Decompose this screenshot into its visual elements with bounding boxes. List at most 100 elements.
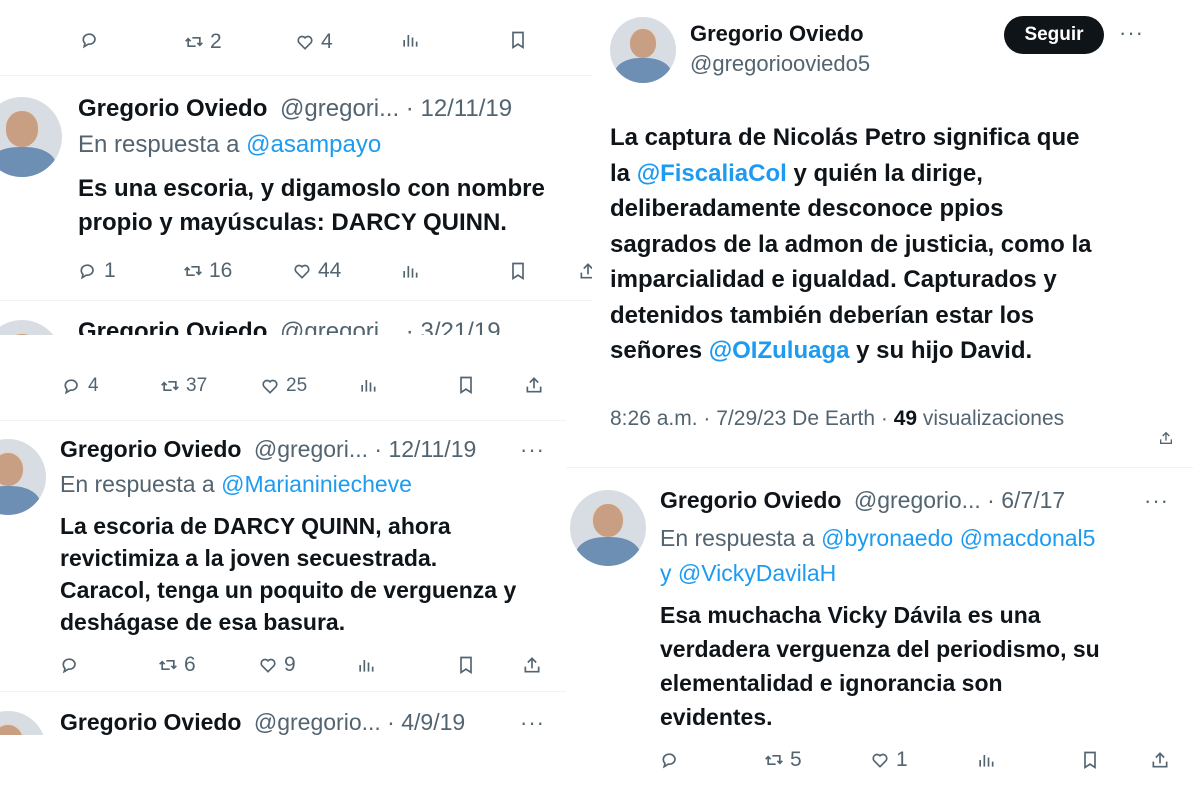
more-options-button[interactable]: ··· <box>520 710 545 735</box>
author-name[interactable]: Gregorio Oviedo <box>690 21 864 47</box>
bar-chart-icon <box>356 655 376 675</box>
share-icon[interactable] <box>1158 430 1174 446</box>
tweet-panel-bottom-right: Gregorio Oviedo @gregorio... · 6/7/17 ··… <box>566 465 1193 800</box>
author-name[interactable]: Gregorio Oviedo <box>60 709 241 735</box>
bookmark-button[interactable] <box>456 655 476 675</box>
like-count: 9 <box>284 653 296 676</box>
share-button[interactable] <box>1150 750 1170 770</box>
divider <box>566 467 1193 468</box>
like-button[interactable]: 44 <box>292 259 341 283</box>
tweet-date[interactable]: 12/11/19 <box>388 436 476 462</box>
tweet-date[interactable]: 4/9/19 <box>401 709 465 735</box>
more-options-button[interactable]: ··· <box>520 437 545 463</box>
heart-icon <box>295 32 315 52</box>
next-tweet-header: Gregorio Oviedo @gregori... · 3/21/19 <box>78 318 501 335</box>
author-handle[interactable]: @gregoriooviedo5 <box>690 51 870 77</box>
author-name[interactable]: Gregorio Oviedo <box>660 487 841 513</box>
reply-mention[interactable]: @VickyDavilaH <box>678 560 836 586</box>
avatar-shirt <box>0 146 56 177</box>
reply-mention[interactable]: @macdonal5 <box>960 525 1096 551</box>
views-button[interactable] <box>400 30 420 50</box>
avatar[interactable] <box>570 490 646 566</box>
views-button[interactable] <box>358 375 378 395</box>
retweet-button[interactable]: 2 <box>184 30 222 54</box>
share-button[interactable] <box>522 655 542 675</box>
reply-button[interactable] <box>60 655 80 675</box>
mention-link[interactable]: @OIZuluaga <box>709 337 850 364</box>
bookmark-button[interactable] <box>456 375 476 395</box>
reply-context: En respuesta a @byronaedo @macdonal5 y @… <box>660 521 1095 591</box>
author-handle[interactable]: @gregorio... <box>854 487 981 513</box>
avatar[interactable] <box>0 97 62 177</box>
reply-mention[interactable]: @byronaedo <box>821 525 953 551</box>
text-segment: la <box>610 159 637 187</box>
tweet-date-source[interactable]: 7/29/23 De Earth <box>716 407 875 430</box>
author-handle[interactable]: @gregori... <box>280 318 399 335</box>
bookmark-button[interactable] <box>1080 750 1100 770</box>
author-name[interactable]: Gregorio Oviedo <box>78 95 267 122</box>
views-button[interactable] <box>400 261 420 281</box>
more-options-button[interactable]: ··· <box>1144 488 1169 514</box>
views-button[interactable] <box>356 655 376 675</box>
tweet-text-line: Caracol, tenga un poquito de verguenza y <box>60 577 517 603</box>
bookmark-icon <box>508 30 528 50</box>
separator-dot: · <box>703 407 711 430</box>
tweet-date[interactable]: 6/7/17 <box>1001 487 1065 513</box>
author-handle[interactable]: @gregorio... <box>254 709 381 735</box>
author-name[interactable]: Gregorio Oviedo <box>78 318 267 335</box>
share-button[interactable] <box>578 261 592 281</box>
author-name[interactable]: Gregorio Oviedo <box>60 436 241 462</box>
like-button[interactable]: 4 <box>295 30 333 54</box>
bookmark-button[interactable] <box>508 261 528 281</box>
avatar[interactable] <box>0 320 62 335</box>
author-handle[interactable]: @gregori... <box>280 95 399 122</box>
retweet-button[interactable]: 16 <box>183 259 232 283</box>
reply-button[interactable]: 4 <box>62 375 99 397</box>
tweet-text-line: Esa muchacha Vicky Dávila es una <box>660 602 1041 628</box>
reply-button[interactable] <box>80 30 100 50</box>
reply-button[interactable] <box>660 750 680 770</box>
retweet-button[interactable]: 6 <box>158 653 196 677</box>
retweet-button[interactable]: 5 <box>764 748 802 772</box>
avatar[interactable] <box>610 17 676 83</box>
share-icon <box>1150 750 1170 770</box>
like-button[interactable]: 9 <box>258 653 296 677</box>
separator-dot: · <box>880 407 888 430</box>
reply-context: En respuesta a @asampayo <box>78 131 381 159</box>
heart-icon <box>260 376 280 396</box>
mention-link[interactable]: @FiscaliaCol <box>637 160 787 187</box>
bookmark-button[interactable] <box>508 30 528 50</box>
tweet-header: Gregorio Oviedo @gregori... · 12/11/19 <box>60 436 476 463</box>
views-label: visualizaciones <box>922 407 1065 430</box>
text-segment: señores <box>610 337 709 364</box>
tweet-text-line: deliberadamente desconoce ppios <box>610 195 1004 222</box>
tweet-meta: 8:26 a.m. · 7/29/23 De Earth · 49 visual… <box>610 407 1064 431</box>
bookmark-icon <box>456 655 476 675</box>
reply-prefix: En respuesta a <box>60 471 215 497</box>
avatar[interactable] <box>0 711 46 735</box>
follow-button[interactable]: Seguir <box>1004 16 1104 54</box>
reply-mention[interactable]: @Marianiniecheve <box>221 471 412 497</box>
tweet-time[interactable]: 8:26 a.m. <box>610 407 698 430</box>
tweet-text-line: propio y mayúsculas: DARCY QUINN. <box>78 209 507 236</box>
share-icon <box>524 375 544 395</box>
author-handle[interactable]: @gregori... <box>254 436 368 462</box>
like-button[interactable]: 25 <box>260 375 307 397</box>
avatar-face <box>592 503 624 538</box>
retweet-icon <box>158 655 178 675</box>
tweet-date[interactable]: 12/11/19 <box>420 95 512 122</box>
share-button[interactable] <box>524 375 544 395</box>
tweet-text-line: la @FiscaliaCol y quién la dirige, <box>610 156 1091 192</box>
reply-icon <box>660 750 680 770</box>
like-button[interactable]: 1 <box>870 748 908 772</box>
views-button[interactable] <box>976 750 996 770</box>
divider <box>0 300 592 301</box>
reply-mention[interactable]: @asampayo <box>246 131 381 158</box>
reply-button[interactable]: 1 <box>78 259 116 283</box>
more-options-button[interactable]: ··· <box>1119 20 1144 46</box>
previous-tweet-actions: 2 4 <box>80 30 592 56</box>
tweet-date[interactable]: 3/21/19 <box>420 318 500 335</box>
previous-tweet-actions: 4 37 25 <box>62 375 562 403</box>
retweet-button[interactable]: 37 <box>160 375 207 397</box>
avatar[interactable] <box>0 439 46 515</box>
